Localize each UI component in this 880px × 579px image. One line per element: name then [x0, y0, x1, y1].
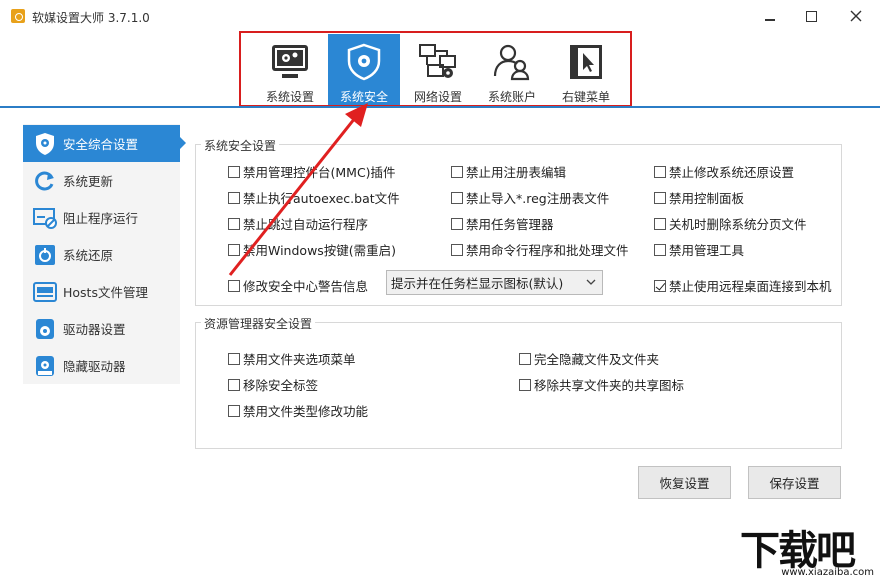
sidebar-item-hide-drive[interactable]: 隐藏驱动器 — [23, 347, 180, 384]
sidebar-item-block-program[interactable]: 阻止程序运行 — [23, 199, 180, 236]
sidebar: 安全综合设置 系统更新 阻止程序运行 系统还原 Hosts文件管理 驱动器设置 — [23, 124, 186, 384]
checkbox-box[interactable] — [228, 352, 240, 365]
checkbox-label: 禁用文件类型修改功能 — [243, 404, 369, 419]
checkbox-disable-mmc[interactable]: 禁用管理控件台(MMC)插件 — [228, 162, 396, 181]
checkbox-disable-task-manager[interactable]: 禁用任务管理器 — [451, 214, 554, 233]
checkbox-remove-security-tab[interactable]: 移除安全标签 — [228, 375, 318, 394]
checkbox-label: 禁用控制面板 — [669, 191, 745, 206]
watermark: 下载吧 www.xiazaiba.com — [740, 518, 880, 579]
checkbox-box[interactable] — [654, 243, 666, 256]
chevron-down-icon — [586, 279, 596, 285]
checkbox-hide-files-completely[interactable]: 完全隐藏文件及文件夹 — [519, 349, 659, 368]
checkbox-disable-regedit[interactable]: 禁止用注册表编辑 — [451, 162, 566, 181]
toolbar-highlight-frame — [239, 31, 632, 107]
restore-icon — [32, 242, 58, 268]
checkbox-label: 禁用管理控件台(MMC)插件 — [243, 165, 396, 180]
checkbox-label: 禁止用注册表编辑 — [466, 165, 567, 180]
sidebar-item-system-update[interactable]: 系统更新 — [23, 162, 180, 199]
watermark-url: www.xiazaiba.com — [781, 567, 874, 578]
title-bar: 软媒设置大师 3.7.1.0 — [0, 0, 880, 32]
checkbox-box[interactable] — [228, 191, 240, 204]
hide-drive-icon — [32, 353, 58, 379]
select-value: 提示并在任务栏显示图标(默认) — [391, 276, 564, 291]
checkbox-block-remote-desktop[interactable]: 禁止使用远程桌面连接到本机 — [654, 276, 832, 295]
checkbox-label: 禁止使用远程桌面连接到本机 — [669, 279, 832, 294]
checkbox-label: 移除共享文件夹的共享图标 — [534, 378, 685, 393]
drive-icon — [32, 316, 58, 342]
checkbox-disable-control-panel[interactable]: 禁用控制面板 — [654, 188, 744, 207]
checkbox-box[interactable] — [519, 352, 531, 365]
checkbox-disable-admin-tools[interactable]: 禁用管理工具 — [654, 240, 744, 259]
sidebar-item-label: 系统还原 — [63, 248, 114, 263]
restore-settings-button[interactable]: 恢复设置 — [638, 466, 731, 499]
checkbox-disable-reg-import[interactable]: 禁止导入*.reg注册表文件 — [451, 188, 609, 207]
checkbox-disable-cmd[interactable]: 禁用命令行程序和批处理文件 — [451, 240, 629, 259]
checkbox-box[interactable] — [228, 404, 240, 417]
sidebar-item-label: 安全综合设置 — [63, 137, 139, 152]
checkbox-label: 禁用命令行程序和批处理文件 — [466, 243, 629, 258]
minimize-button[interactable] — [750, 0, 790, 32]
checkbox-box[interactable] — [654, 191, 666, 204]
app-gear-icon — [11, 9, 25, 23]
checkbox-box[interactable] — [519, 378, 531, 391]
checkbox-label: 禁用任务管理器 — [466, 217, 554, 232]
checkbox-label: 禁止跳过自动运行程序 — [243, 217, 369, 232]
save-settings-button[interactable]: 保存设置 — [748, 466, 841, 499]
checkbox-box[interactable] — [451, 165, 463, 178]
checkbox-box[interactable] — [228, 378, 240, 391]
checkbox-remove-share-icon[interactable]: 移除共享文件夹的共享图标 — [519, 375, 684, 394]
sidebar-item-system-restore[interactable]: 系统还原 — [23, 236, 180, 273]
close-icon — [850, 10, 862, 22]
checkbox-label: 修改安全中心警告信息 — [243, 279, 369, 294]
checkbox-box[interactable] — [228, 217, 240, 230]
checkbox-disable-folder-options[interactable]: 禁用文件夹选项菜单 — [228, 349, 356, 368]
window-title: 软媒设置大师 3.7.1.0 — [32, 11, 150, 25]
close-button[interactable] — [832, 0, 880, 32]
checkbox-label: 禁止修改系统还原设置 — [669, 165, 795, 180]
checkbox-box[interactable] — [451, 243, 463, 256]
checkbox-label: 完全隐藏文件及文件夹 — [534, 352, 660, 367]
sidebar-item-label: 系统更新 — [63, 174, 114, 189]
checkbox-box[interactable] — [654, 165, 666, 178]
checkbox-box[interactable] — [654, 279, 666, 292]
security-group-title: 系统安全设置 — [201, 137, 280, 154]
checkbox-security-center-alerts[interactable]: 修改安全中心警告信息 — [228, 276, 368, 295]
sidebar-item-label: 阻止程序运行 — [63, 211, 139, 226]
sidebar-item-label: 隐藏驱动器 — [63, 359, 126, 374]
block-program-icon — [32, 205, 58, 231]
checkbox-disable-filetype-edit[interactable]: 禁用文件类型修改功能 — [228, 401, 368, 420]
checkbox-box[interactable] — [228, 243, 240, 256]
sidebar-item-label: Hosts文件管理 — [63, 285, 148, 300]
sidebar-item-drive-settings[interactable]: 驱动器设置 — [23, 310, 180, 347]
hosts-icon — [32, 279, 58, 305]
checkbox-clear-pagefile[interactable]: 关机时删除系统分页文件 — [654, 214, 807, 233]
checkbox-label: 禁用Windows按键(需重启) — [243, 243, 397, 258]
maximize-button[interactable] — [791, 0, 831, 32]
sidebar-item-hosts[interactable]: Hosts文件管理 — [23, 273, 180, 310]
checkbox-box[interactable] — [228, 165, 240, 178]
checkbox-label: 禁止执行autoexec.bat文件 — [243, 191, 400, 206]
explorer-group-title: 资源管理器安全设置 — [201, 315, 316, 332]
header-divider — [0, 106, 880, 108]
checkbox-label: 关机时删除系统分页文件 — [669, 217, 807, 232]
checkbox-no-skip-autorun[interactable]: 禁止跳过自动运行程序 — [228, 214, 368, 233]
checkbox-label: 禁止导入*.reg注册表文件 — [466, 191, 610, 206]
checkbox-label: 移除安全标签 — [243, 378, 319, 393]
checkbox-box[interactable] — [451, 217, 463, 230]
checkbox-disable-windows-key[interactable]: 禁用Windows按键(需重启) — [228, 240, 396, 259]
checkbox-label: 禁用管理工具 — [669, 243, 745, 258]
notify-mode-select[interactable]: 提示并在任务栏显示图标(默认) — [386, 270, 603, 295]
checkbox-box[interactable] — [451, 191, 463, 204]
checkbox-label: 禁用文件夹选项菜单 — [243, 352, 356, 367]
sidebar-item-label: 驱动器设置 — [63, 322, 126, 337]
minimize-icon — [765, 19, 775, 21]
refresh-icon — [32, 168, 58, 194]
checkbox-disable-autoexec[interactable]: 禁止执行autoexec.bat文件 — [228, 188, 400, 207]
checkbox-no-restore-settings[interactable]: 禁止修改系统还原设置 — [654, 162, 794, 181]
sidebar-item-security-overview[interactable]: 安全综合设置 — [23, 125, 186, 162]
checkbox-box[interactable] — [228, 279, 240, 292]
checkbox-box[interactable] — [654, 217, 666, 230]
maximize-icon — [805, 10, 817, 22]
shield-icon — [32, 131, 58, 157]
